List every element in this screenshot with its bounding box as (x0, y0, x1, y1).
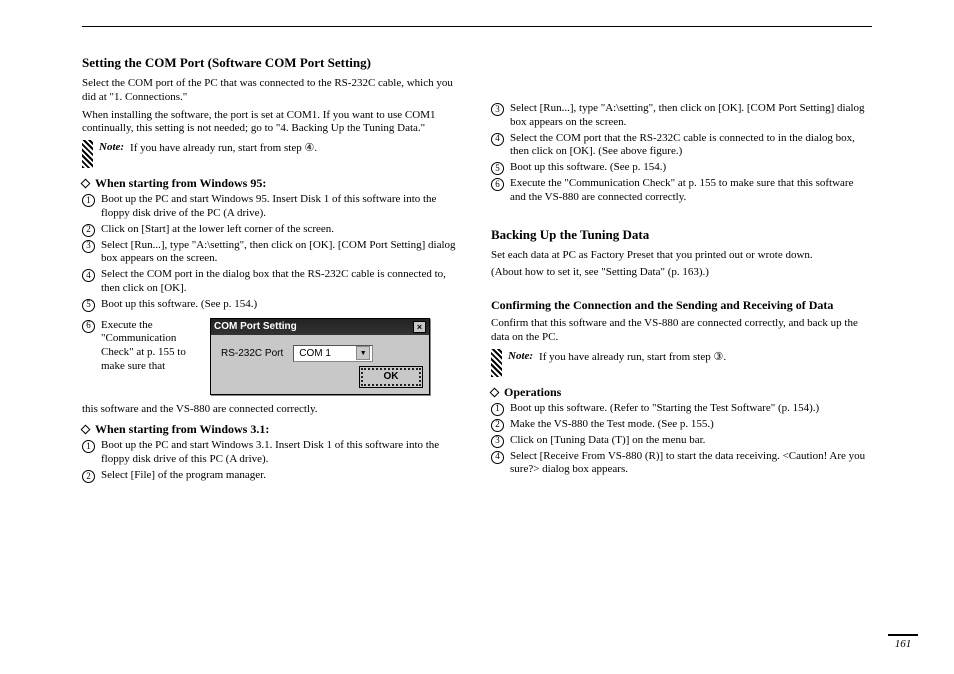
left-section-title: Setting the COM Port (Software COM Port … (82, 55, 463, 71)
rs232c-label: RS-232C Port (221, 348, 283, 359)
left-a-step-2: Click on [Start] at the lower left corne… (101, 223, 463, 237)
right-note: Note: If you have already run, start fro… (491, 349, 872, 377)
circled-2: 2 (82, 224, 95, 237)
r-note-label: Note: (508, 350, 533, 362)
diamond-icon (490, 387, 500, 397)
circled-4: 4 (82, 269, 95, 282)
close-icon[interactable]: × (413, 321, 426, 333)
r-circ-4: 4 (491, 133, 504, 146)
left-intro-1: Select the COM port of the PC that was c… (82, 77, 463, 105)
circled-1: 1 (82, 194, 95, 207)
circled-6: 6 (82, 320, 95, 333)
r-pre-3: Select [Run...], type "A:\setting", then… (510, 102, 872, 130)
left-a-step-1: Boot up the PC and start Windows 95. Ins… (101, 193, 463, 221)
r-ops-3: Click on [Tuning Data (T)] on the menu b… (510, 434, 872, 448)
ro-circ-1: 1 (491, 403, 504, 416)
right-body-1: Set each data at PC as Factory Preset th… (491, 249, 872, 263)
left-block-a-label: When starting from Windows 95: (95, 176, 266, 191)
right-sub-title: Confirming the Connection and the Sendin… (491, 298, 872, 313)
r-ops-2: Make the VS-880 the Test mode. (See p. 1… (510, 418, 872, 432)
com-port-dialog: COM Port Setting × RS-232C Port COM 1 ▼ (210, 318, 430, 395)
dialog-illustration: 6 Execute the "Communication Check" at p… (82, 318, 463, 395)
diamond-icon (81, 425, 91, 435)
diamond-icon (81, 179, 91, 189)
ok-label: OK (384, 371, 399, 382)
ro-circ-2: 2 (491, 419, 504, 432)
dialog-title: COM Port Setting (214, 321, 297, 332)
left-a-step-6-post: this software and the VS-880 are connect… (82, 403, 463, 417)
note-text: If you have already run, start from step… (130, 141, 317, 154)
r-ops-4: Select [Receive From VS-880 (R)] to star… (510, 450, 872, 478)
dialog-titlebar: COM Port Setting × (211, 319, 429, 335)
left-block-b-label: When starting from Windows 3.1: (95, 422, 269, 437)
left-block-b-heading: When starting from Windows 3.1: (82, 422, 463, 437)
left-a-step-3: Select [Run...], type "A:\setting", then… (101, 239, 463, 267)
left-a-step-6-pre: Execute the "Communication Check" at p. … (101, 319, 200, 374)
circled-5: 5 (82, 299, 95, 312)
left-a-step-5: Boot up this software. (See p. 154.) (101, 298, 463, 312)
left-column: Setting the COM Port (Software COM Port … (82, 47, 463, 485)
r-pre-5: Boot up this software. (See p. 154.) (510, 161, 872, 175)
r-circ-5: 5 (491, 162, 504, 175)
ok-button[interactable]: OK (361, 368, 421, 386)
r-circ-6: 6 (491, 178, 504, 191)
hatch-icon (82, 140, 93, 168)
r-note-text: If you have already run, start from step… (539, 350, 726, 363)
right-column: 3 Select [Run...], type "A:\setting", the… (491, 47, 872, 485)
note-label: Note: (99, 141, 124, 153)
top-rule (82, 26, 872, 27)
r-pre-6: Execute the "Communication Check" at p. … (510, 177, 872, 205)
left-note: Note: If you have already run, start fro… (82, 140, 463, 168)
circled-3: 3 (82, 240, 95, 253)
circled-1b: 1 (82, 440, 95, 453)
left-b-step-2: Select [File] of the program manager. (101, 469, 463, 483)
com-port-value: COM 1 (299, 348, 331, 359)
right-sub-body: Confirm that this software and the VS-88… (491, 317, 872, 345)
right-ops-label: Operations (504, 385, 561, 400)
r-pre-4: Select the COM port that the RS-232C cab… (510, 132, 872, 160)
chevron-down-icon[interactable]: ▼ (356, 346, 370, 360)
com-port-select[interactable]: COM 1 ▼ (293, 345, 373, 362)
r-ops-1: Boot up this software. (Refer to "Starti… (510, 402, 872, 416)
left-intro-2: When installing the software, the port i… (82, 109, 463, 137)
page-number: 161 (888, 634, 918, 650)
ro-circ-4: 4 (491, 451, 504, 464)
circled-2b: 2 (82, 470, 95, 483)
dialog-body: RS-232C Port COM 1 ▼ (211, 335, 429, 368)
right-section-title: Backing Up the Tuning Data (491, 227, 872, 243)
right-body-2: (About how to set it, see "Setting Data"… (491, 266, 872, 280)
r-circ-3: 3 (491, 103, 504, 116)
ro-circ-3: 3 (491, 435, 504, 448)
right-ops-heading: Operations (491, 385, 872, 400)
left-a-step-4: Select the COM port in the dialog box th… (101, 268, 463, 296)
left-block-a-heading: When starting from Windows 95: (82, 176, 463, 191)
left-b-step-1: Boot up the PC and start Windows 3.1. In… (101, 439, 463, 467)
hatch-icon (491, 349, 502, 377)
